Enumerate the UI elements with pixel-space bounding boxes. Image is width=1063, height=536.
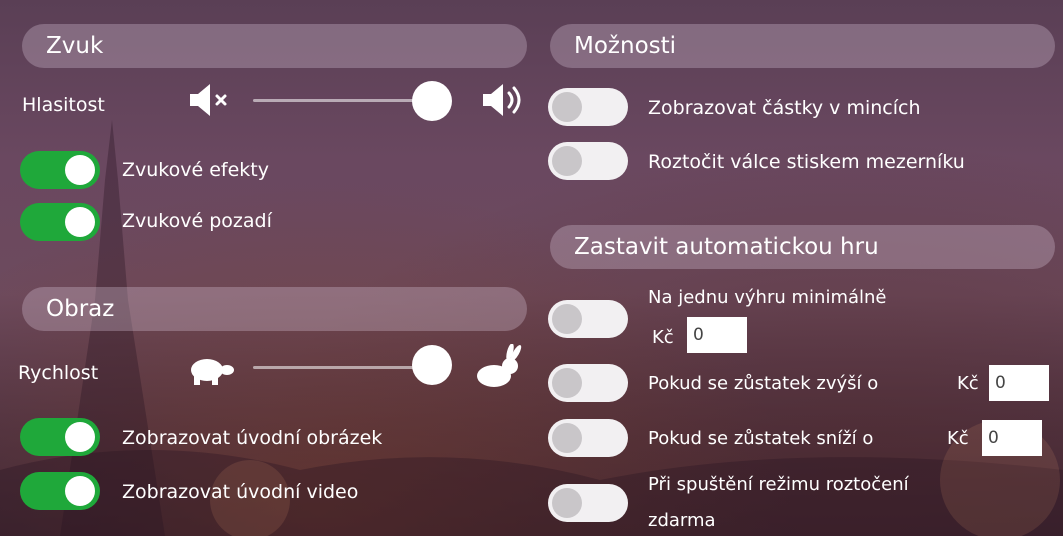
- turtle-icon[interactable]: [183, 352, 239, 388]
- balance-down-label: Pokud se zůstatek sníží o: [648, 428, 874, 449]
- sound-background-toggle[interactable]: [20, 203, 100, 241]
- toggle-knob: [552, 488, 582, 518]
- spacebar-spin-toggle[interactable]: [548, 142, 628, 180]
- balance-up-label: Pokud se zůstatek zvýší o: [648, 373, 879, 394]
- single-win-toggle[interactable]: [548, 300, 628, 338]
- toggle-knob: [65, 422, 95, 452]
- volume-slider-thumb[interactable]: [412, 81, 453, 121]
- toggle-knob: [552, 92, 582, 122]
- toggle-knob: [65, 476, 95, 506]
- toggle-knob: [65, 207, 95, 237]
- speed-slider-thumb[interactable]: [412, 345, 453, 385]
- single-win-label: Na jednu výhru minimálně: [648, 287, 887, 308]
- autoplay-section-header: Zastavit automatickou hru: [550, 225, 1055, 269]
- free-spins-label-line1: Při spuštění režimu roztočení: [648, 474, 909, 495]
- balance-down-input[interactable]: [982, 420, 1042, 456]
- intro-video-toggle[interactable]: [20, 472, 100, 510]
- coins-label: Zobrazovat částky v mincích: [648, 97, 921, 119]
- sound-effects-label: Zvukové efekty: [122, 159, 269, 181]
- free-spins-label-line2: zdarma: [648, 510, 716, 531]
- balance-up-input[interactable]: [989, 365, 1049, 401]
- speaker-loud-icon[interactable]: [479, 80, 525, 120]
- intro-video-label: Zobrazovat úvodní video: [122, 481, 359, 503]
- intro-image-label: Zobrazovat úvodní obrázek: [122, 427, 383, 449]
- speed-label: Rychlost: [18, 362, 99, 384]
- image-section-header: Obraz: [22, 287, 527, 331]
- volume-label: Hlasitost: [22, 94, 105, 116]
- speaker-muted-icon[interactable]: [186, 80, 232, 120]
- sound-effects-toggle[interactable]: [20, 151, 100, 189]
- rabbit-icon[interactable]: [472, 344, 528, 390]
- coins-toggle[interactable]: [548, 88, 628, 126]
- balance-up-toggle[interactable]: [548, 364, 628, 402]
- single-win-input[interactable]: [687, 317, 747, 353]
- balance-up-currency: Kč: [957, 373, 979, 394]
- toggle-knob: [552, 146, 582, 176]
- toggle-knob: [552, 304, 582, 334]
- free-spins-toggle[interactable]: [548, 484, 628, 522]
- spacebar-spin-label: Roztočit válce stiskem mezerníku: [648, 151, 965, 173]
- sound-background-label: Zvukové pozadí: [122, 210, 272, 232]
- toggle-knob: [65, 155, 95, 185]
- options-section-header: Možnosti: [550, 24, 1055, 68]
- single-win-currency: Kč: [652, 327, 674, 348]
- balance-down-currency: Kč: [947, 428, 969, 449]
- sound-section-header: Zvuk: [22, 24, 527, 68]
- intro-image-toggle[interactable]: [20, 418, 100, 456]
- toggle-knob: [552, 423, 582, 453]
- balance-down-toggle[interactable]: [548, 419, 628, 457]
- toggle-knob: [552, 368, 582, 398]
